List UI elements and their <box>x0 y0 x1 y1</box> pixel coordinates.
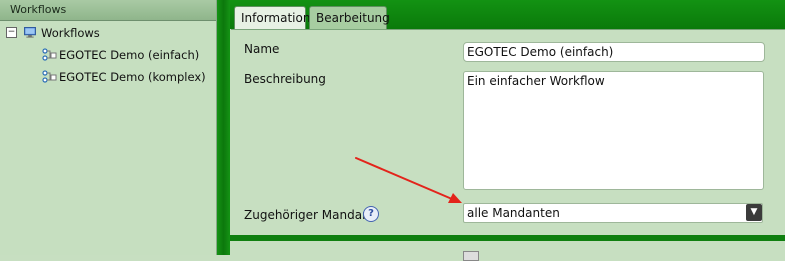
workflow-icon <box>42 48 57 61</box>
beschreibung-textarea[interactable]: Ein einfacher Workflow <box>463 71 764 190</box>
tree-item-workflow[interactable]: EGOTEC Demo (einfach) <box>42 46 199 64</box>
tree-item-label: EGOTEC Demo (komplex) <box>59 70 206 84</box>
tab-bearbeitung[interactable]: Bearbeitung <box>309 6 390 29</box>
workflow-tree-panel: Workflows − Workflows EGOTEC Demo (einfa… <box>0 0 217 255</box>
next-section <box>231 241 785 255</box>
name-label: Name <box>244 42 280 56</box>
chevron-down-icon[interactable]: ▼ <box>746 204 762 221</box>
tree-item-workflow[interactable]: EGOTEC Demo (komplex) <box>42 68 206 86</box>
computer-icon <box>24 27 36 38</box>
beschreibung-label: Beschreibung <box>244 72 326 86</box>
mandant-label: Zugehöriger Mandant <box>244 208 375 222</box>
tree-root-label: Workflows <box>41 26 100 40</box>
checkbox[interactable] <box>463 251 479 261</box>
collapse-toggle[interactable]: − <box>6 27 17 38</box>
workflow-icon <box>42 70 57 83</box>
tree-root-workflows[interactable]: Workflows <box>23 24 100 42</box>
tree-item-label: EGOTEC Demo (einfach) <box>59 48 200 62</box>
tab-information[interactable]: Information <box>234 6 310 29</box>
panel-title: Workflows <box>0 0 216 21</box>
mandant-select[interactable]: alle Mandanten <box>463 203 763 223</box>
name-field[interactable] <box>463 42 765 62</box>
panel-splitter[interactable] <box>217 0 230 255</box>
help-icon[interactable]: ? <box>363 206 379 222</box>
